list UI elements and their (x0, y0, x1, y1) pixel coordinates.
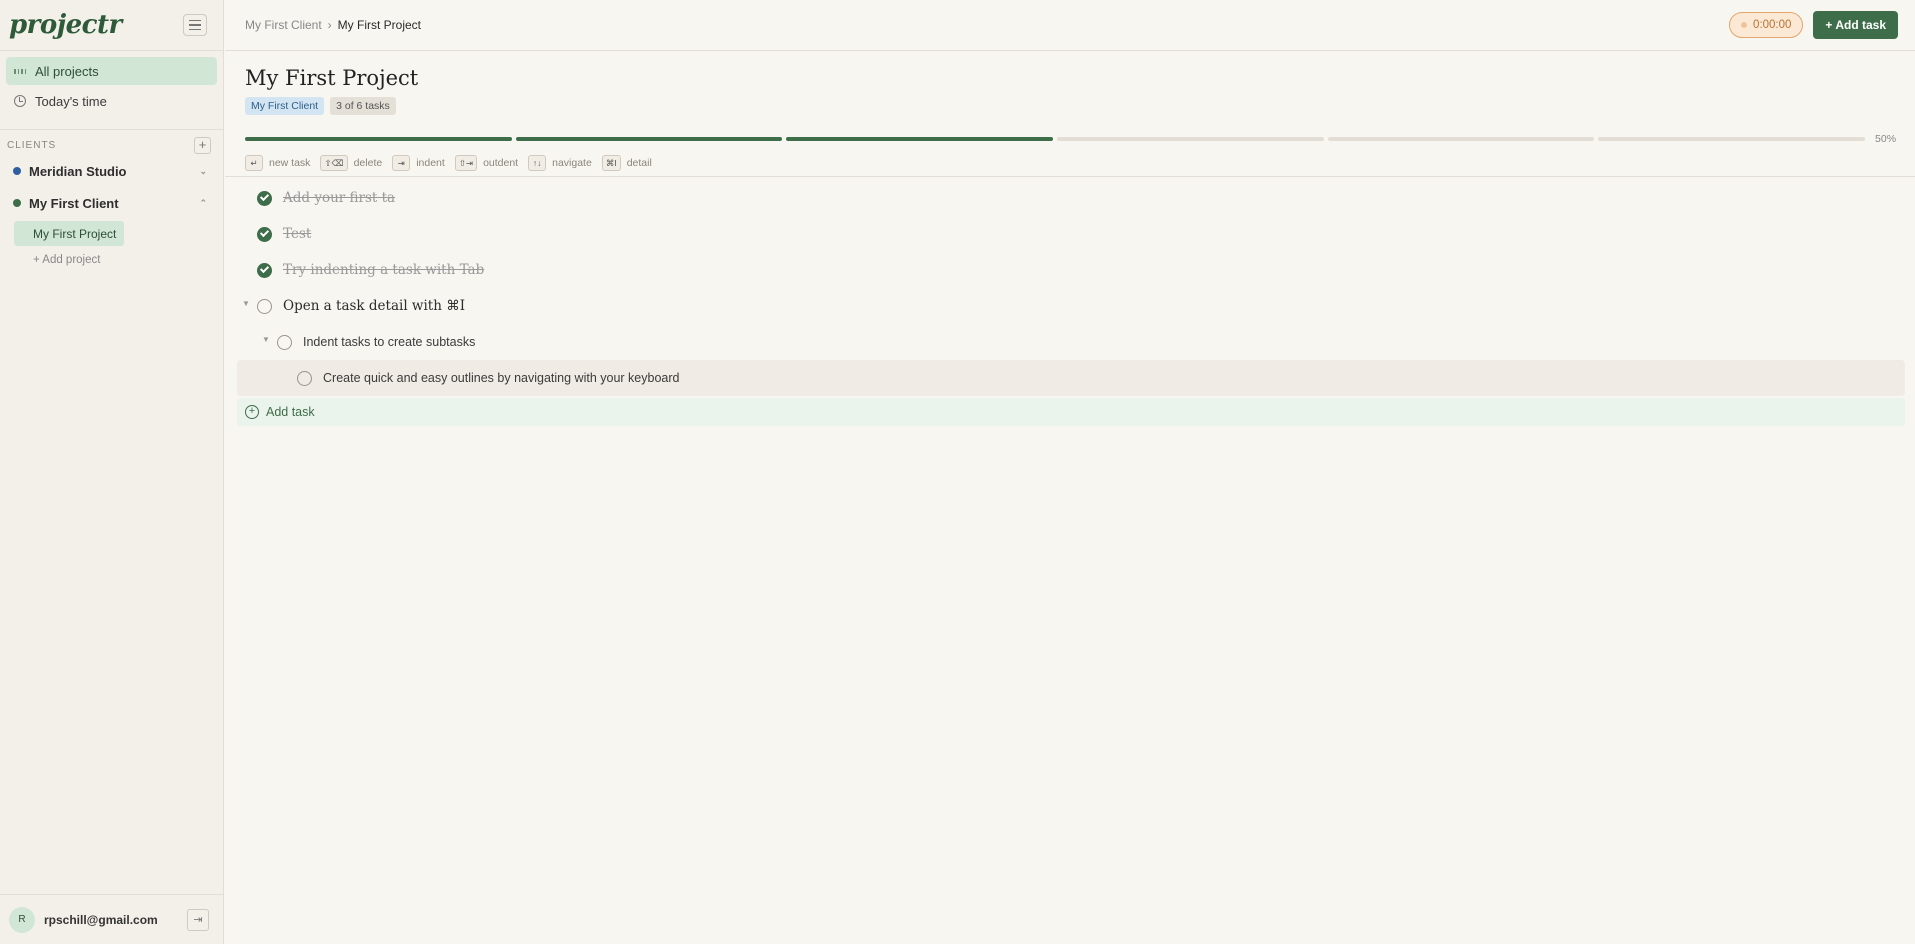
task-count-badge: 3 of 6 tasks (330, 97, 396, 115)
checkbox-empty-icon[interactable] (277, 334, 292, 350)
progress-percent: 50% (1875, 133, 1897, 145)
progress-bar: 50% (245, 133, 1897, 145)
grid-icon (14, 65, 26, 77)
sidebar-item-label: Today's time (35, 93, 107, 109)
client-name: My First Client (29, 195, 119, 211)
divider (225, 176, 1915, 177)
user-footer: R rpschill@gmail.com ⇥ (0, 894, 223, 944)
add-task-label: Add task (266, 405, 315, 419)
breadcrumb-client[interactable]: My First Client (245, 18, 322, 32)
sidebar: projectr All projects Today's time CLIEN… (0, 0, 224, 944)
plus-circle-icon: + (245, 405, 259, 419)
topbar: My First Client › My First Project 0:00:… (225, 0, 1915, 51)
clients-header: CLIENTS + (0, 129, 223, 155)
shortcut-label: delete (353, 157, 383, 169)
avatar: R (9, 906, 35, 933)
delete-key-icon: ⇧⌫ (320, 155, 348, 171)
progress-segment (1327, 137, 1595, 141)
tab-key-icon: ⇥ (392, 155, 411, 171)
shortcut-label: navigate (552, 157, 592, 169)
shortcut-label: outdent (483, 157, 519, 169)
project-header: My First Project My First Client 3 of 6 … (245, 66, 1897, 115)
checkbox-checked-icon[interactable] (257, 262, 272, 278)
progress-segment (1057, 137, 1324, 141)
timer-button[interactable]: 0:00:00 (1729, 12, 1804, 38)
task-row[interactable]: Try indenting a task with Tab (237, 252, 1905, 288)
progress-segment (786, 137, 1054, 141)
arrow-keys-icon: ↑↓ (528, 155, 547, 171)
add-task-row[interactable]: + Add task (237, 398, 1905, 426)
keyboard-shortcuts: ↵ new task ⇧⌫ delete ⇥ indent ⇧⇥ outdent ↑↓ n… (245, 155, 652, 171)
enter-key-icon: ↵ (245, 155, 263, 171)
menu-icon[interactable] (183, 14, 207, 36)
client-color-dot (13, 199, 21, 207)
timer-dot-icon (1741, 22, 1748, 28)
client-color-dot (13, 167, 21, 175)
app-logo[interactable]: projectr (9, 10, 122, 40)
task-text[interactable]: Create quick and easy outlines by naviga… (323, 371, 679, 385)
task-text[interactable]: Test (283, 226, 311, 242)
progress-segment (245, 137, 512, 141)
breadcrumb-separator-icon: › (327, 18, 332, 32)
task-row[interactable]: ▼ Indent tasks to create subtasks (237, 324, 1905, 360)
shortcut-detail: ⌘I detail (601, 155, 652, 171)
client-name: Meridian Studio (29, 163, 127, 179)
progress-segment (1598, 137, 1866, 141)
chevron-down-icon[interactable]: ⌄ (199, 166, 207, 177)
checkbox-empty-icon[interactable] (257, 298, 272, 314)
sidebar-header: projectr (0, 0, 223, 51)
timer-value: 0:00:00 (1753, 19, 1792, 31)
project-badges: My First Client 3 of 6 tasks (245, 97, 1897, 115)
shortcut-navigate: ↑↓ navigate (528, 155, 592, 171)
sidebar-item-todays-time[interactable]: Today's time (6, 87, 217, 115)
breadcrumb-project: My First Project (337, 18, 422, 32)
checkbox-empty-icon[interactable] (297, 370, 312, 386)
logout-icon[interactable]: ⇥ (187, 908, 209, 931)
task-list: Add your first ta Test Try indenting a t… (237, 180, 1905, 426)
task-row[interactable]: ▼ Open a task detail with ⌘I (237, 288, 1905, 324)
user-email: rpschill@gmail.com (44, 912, 158, 927)
sidebar-item-label: All projects (35, 63, 99, 79)
task-text[interactable]: Try indenting a task with Tab (283, 262, 484, 278)
task-row[interactable]: Create quick and easy outlines by naviga… (237, 360, 1905, 396)
sidebar-nav: All projects Today's time (0, 51, 223, 115)
add-task-button[interactable]: + Add task (1813, 11, 1898, 39)
shortcut-delete: ⇧⌫ delete (320, 155, 382, 171)
clock-icon (14, 95, 26, 107)
task-text[interactable]: Open a task detail with ⌘I (283, 298, 465, 314)
page-title: My First Project (245, 66, 419, 90)
chevron-up-icon[interactable]: ⌃ (199, 198, 207, 209)
clients-label: CLIENTS (7, 140, 57, 151)
collapse-triangle-icon[interactable]: ▼ (242, 299, 250, 308)
shift-tab-key-icon: ⇧⇥ (454, 155, 478, 171)
shortcut-indent: ⇥ indent (392, 155, 445, 171)
sidebar-project-my-first-project[interactable]: My First Project (14, 221, 124, 246)
progress-segment (515, 137, 783, 141)
collapse-triangle-icon[interactable]: ▼ (262, 335, 270, 344)
task-row[interactable]: Test (237, 216, 1905, 252)
breadcrumb: My First Client › My First Project (245, 18, 1729, 32)
command-key-icon: ⌘I (601, 155, 621, 171)
shortcut-outdent: ⇧⇥ outdent (454, 155, 519, 171)
checkbox-checked-icon[interactable] (257, 190, 272, 206)
client-my-first-client[interactable]: My First Client ⌃ (0, 187, 223, 219)
task-text[interactable]: Add your first ta (283, 190, 395, 206)
checkbox-checked-icon[interactable] (257, 226, 272, 242)
task-text[interactable]: Indent tasks to create subtasks (303, 335, 475, 349)
add-client-button[interactable]: + (194, 137, 211, 154)
shortcut-label: indent (416, 157, 445, 169)
client-meridian-studio[interactable]: Meridian Studio ⌄ (0, 155, 223, 187)
sidebar-item-all-projects[interactable]: All projects (6, 57, 217, 85)
shortcut-new-task: ↵ new task (245, 155, 310, 171)
add-project-link[interactable]: + Add project (33, 246, 223, 274)
client-badge: My First Client (245, 97, 325, 115)
task-row[interactable]: Add your first ta (237, 180, 1905, 216)
shortcut-label: detail (626, 157, 652, 169)
shortcut-label: new task (269, 157, 311, 169)
